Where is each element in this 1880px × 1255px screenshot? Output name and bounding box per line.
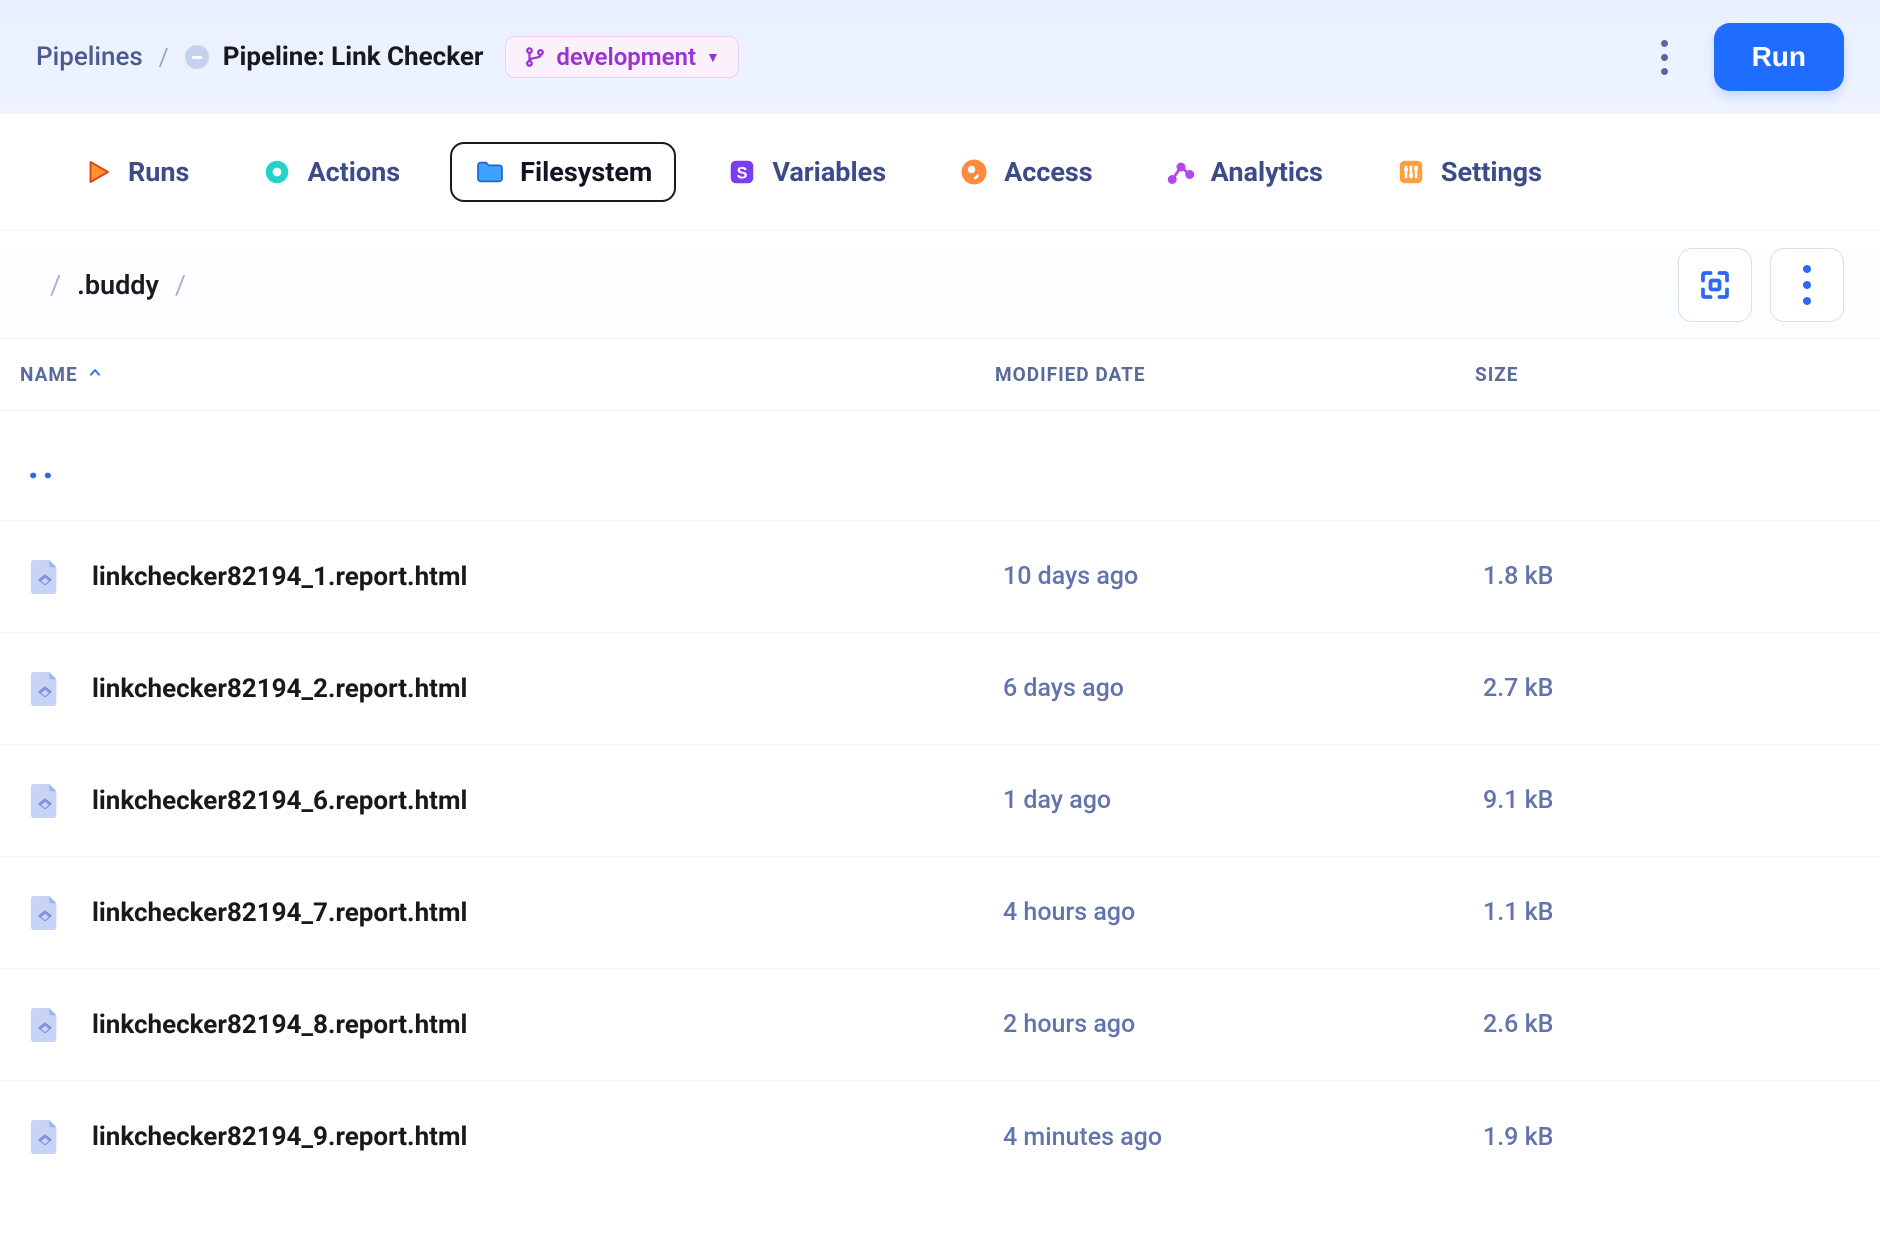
file-modified: 2 hours ago <box>1003 1010 1483 1039</box>
path-segment[interactable]: .buddy <box>77 269 159 301</box>
branch-label: development <box>556 43 696 71</box>
file-modified: 4 hours ago <box>1003 898 1483 927</box>
file-name: linkchecker82194_7.report.html <box>92 898 467 928</box>
file-size: 9.1 kB <box>1483 786 1860 815</box>
header-more-menu[interactable] <box>1638 27 1692 87</box>
svg-text:S: S <box>737 164 748 182</box>
file-row[interactable]: linkchecker82194_1.report.html 10 days a… <box>0 521 1880 633</box>
html-file-icon <box>28 781 62 821</box>
tab-label: Analytics <box>1211 156 1323 188</box>
file-row[interactable]: linkchecker82194_2.report.html 6 days ag… <box>0 633 1880 745</box>
tab-label: Settings <box>1441 156 1542 188</box>
file-name: linkchecker82194_6.report.html <box>92 786 467 816</box>
html-file-icon <box>28 557 62 597</box>
breadcrumb-root[interactable]: Pipelines <box>36 42 143 72</box>
toolbar-more-menu[interactable] <box>1770 248 1844 322</box>
html-file-icon <box>28 669 62 709</box>
file-size: 1.9 kB <box>1483 1123 1860 1152</box>
file-name: linkchecker82194_2.report.html <box>92 674 467 704</box>
tab-runs[interactable]: Runs <box>60 144 211 200</box>
path-breadcrumb: / .buddy / <box>50 269 186 301</box>
breadcrumb-separator: / <box>159 43 169 71</box>
file-row[interactable]: linkchecker82194_7.report.html 4 hours a… <box>0 857 1880 969</box>
gear-icon <box>261 156 293 188</box>
column-header-size[interactable]: SIZE <box>1475 363 1860 386</box>
file-size: 2.6 kB <box>1483 1010 1860 1039</box>
table-header: NAME MODIFIED DATE SIZE <box>0 339 1880 411</box>
access-icon <box>958 156 990 188</box>
tab-label: Filesystem <box>520 156 652 188</box>
chevron-down-icon: ▼ <box>706 49 720 66</box>
tab-label: Access <box>1004 156 1093 188</box>
tab-analytics[interactable]: Analytics <box>1143 144 1345 200</box>
tab-label: Variables <box>772 156 886 188</box>
html-file-icon <box>28 1117 62 1157</box>
file-size: 2.7 kB <box>1483 674 1860 703</box>
tab-variables[interactable]: S Variables <box>704 144 908 200</box>
breadcrumb: Pipelines / Pipeline: Link Checker devel… <box>36 36 739 78</box>
branch-icon <box>524 46 546 68</box>
play-icon <box>82 156 114 188</box>
run-button[interactable]: Run <box>1714 23 1844 91</box>
parent-directory-row[interactable]: .. <box>0 411 1880 521</box>
file-modified: 6 days ago <box>1003 674 1483 703</box>
column-header-modified[interactable]: MODIFIED DATE <box>995 363 1475 386</box>
tab-settings[interactable]: Settings <box>1373 144 1564 200</box>
pipeline-name[interactable]: Pipeline: Link Checker <box>223 42 484 72</box>
variables-icon: S <box>726 156 758 188</box>
folder-icon <box>474 156 506 188</box>
file-modified: 1 day ago <box>1003 786 1483 815</box>
header-actions: Run <box>1638 23 1844 91</box>
tab-label: Runs <box>128 156 189 188</box>
file-size: 1.8 kB <box>1483 562 1860 591</box>
branch-selector[interactable]: development ▼ <box>505 36 738 78</box>
path-separator: / <box>50 269 61 301</box>
parent-directory-marker: .. <box>28 445 57 487</box>
file-row[interactable]: linkchecker82194_6.report.html 1 day ago… <box>0 745 1880 857</box>
analytics-icon <box>1165 156 1197 188</box>
file-size: 1.1 kB <box>1483 898 1860 927</box>
tab-label: Actions <box>307 156 400 188</box>
html-file-icon <box>28 893 62 933</box>
file-name: linkchecker82194_9.report.html <box>92 1122 467 1152</box>
file-toolbar: / .buddy / <box>0 231 1880 339</box>
file-row[interactable]: linkchecker82194_8.report.html 2 hours a… <box>0 969 1880 1081</box>
sort-asc-icon <box>88 365 102 384</box>
file-modified: 4 minutes ago <box>1003 1123 1483 1152</box>
header-bar: Pipelines / Pipeline: Link Checker devel… <box>0 0 1880 114</box>
column-header-name[interactable]: NAME <box>20 363 995 386</box>
column-label: NAME <box>20 363 78 386</box>
tab-bar: Runs Actions Filesystem S Variables Acce… <box>0 114 1880 231</box>
tab-filesystem[interactable]: Filesystem <box>450 142 676 202</box>
html-file-icon <box>28 1005 62 1045</box>
file-list: linkchecker82194_1.report.html 10 days a… <box>0 521 1880 1193</box>
toolbar-actions <box>1678 248 1844 322</box>
fullscreen-button[interactable] <box>1678 248 1752 322</box>
fullscreen-icon <box>1697 267 1733 303</box>
path-separator: / <box>175 269 186 301</box>
tab-actions[interactable]: Actions <box>239 144 422 200</box>
file-row[interactable]: linkchecker82194_9.report.html 4 minutes… <box>0 1081 1880 1193</box>
file-modified: 10 days ago <box>1003 562 1483 591</box>
tab-access[interactable]: Access <box>936 144 1115 200</box>
pipeline-status-icon <box>185 45 209 69</box>
file-name: linkchecker82194_8.report.html <box>92 1010 467 1040</box>
file-name: linkchecker82194_1.report.html <box>92 562 467 592</box>
settings-icon <box>1395 156 1427 188</box>
